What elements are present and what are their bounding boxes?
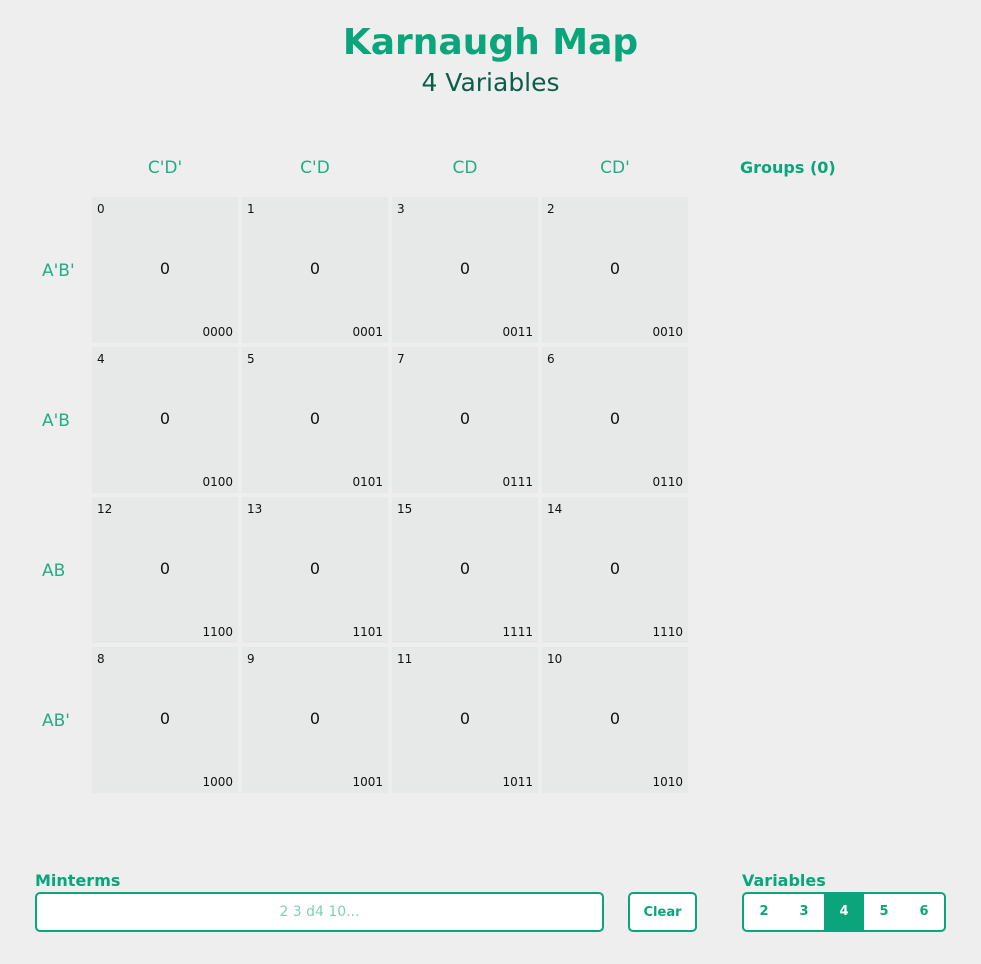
cell-index: 6 — [547, 352, 555, 366]
row-header-a-b-not: AB' — [42, 711, 70, 731]
cell-binary: 1101 — [352, 625, 383, 639]
cell-value: 0 — [459, 409, 471, 428]
cell-index: 10 — [547, 652, 563, 666]
cell-binary: 1000 — [202, 775, 233, 789]
cell-index: 4 — [97, 352, 105, 366]
cell-binary: 1100 — [202, 625, 233, 639]
cell-value: 0 — [609, 709, 621, 728]
cell-value: 0 — [159, 709, 171, 728]
kmap-cell-0[interactable]: 0 0 0000 — [92, 197, 238, 343]
kmap-cell-5[interactable]: 5 0 0101 — [242, 347, 388, 493]
variables-option-2[interactable]: 2 — [744, 894, 784, 930]
kmap-cell-1[interactable]: 1 0 0001 — [242, 197, 388, 343]
cell-binary: 0001 — [352, 325, 383, 339]
cell-value: 0 — [459, 559, 471, 578]
cell-binary: 0100 — [202, 475, 233, 489]
cell-index: 7 — [397, 352, 405, 366]
cell-value: 0 — [609, 259, 621, 278]
variables-option-6[interactable]: 6 — [904, 894, 944, 930]
kmap-cell-2[interactable]: 2 0 0010 — [542, 197, 688, 343]
cell-index: 2 — [547, 202, 555, 216]
minterms-label: Minterms — [35, 871, 121, 890]
cell-index: 15 — [397, 502, 413, 516]
variables-option-4[interactable]: 4 — [824, 894, 864, 930]
cell-binary: 0010 — [652, 325, 683, 339]
kmap-cell-14[interactable]: 14 0 1110 — [542, 497, 688, 643]
cell-binary: 1111 — [502, 625, 533, 639]
cell-binary: 1001 — [352, 775, 383, 789]
clear-button[interactable]: Clear — [628, 892, 697, 932]
row-header-a-not-b-not: A'B' — [42, 261, 75, 281]
cell-value: 0 — [309, 709, 321, 728]
cell-index: 3 — [397, 202, 405, 216]
kmap-cell-9[interactable]: 9 0 1001 — [242, 647, 388, 793]
cell-binary: 0111 — [502, 475, 533, 489]
cell-index: 8 — [97, 652, 105, 666]
cell-value: 0 — [609, 559, 621, 578]
kmap-cell-12[interactable]: 12 0 1100 — [92, 497, 238, 643]
cell-value: 0 — [609, 409, 621, 428]
kmap-cell-11[interactable]: 11 0 1011 — [392, 647, 538, 793]
kmap-cell-3[interactable]: 3 0 0011 — [392, 197, 538, 343]
cell-index: 11 — [397, 652, 413, 666]
row-header-ab: AB — [42, 561, 66, 581]
cell-index: 13 — [247, 502, 263, 516]
cell-value: 0 — [459, 709, 471, 728]
cell-binary: 1110 — [652, 625, 683, 639]
kmap-cell-6[interactable]: 6 0 0110 — [542, 347, 688, 493]
cell-binary: 0110 — [652, 475, 683, 489]
row-header-a-not-b: A'B — [42, 411, 70, 431]
cell-index: 14 — [547, 502, 563, 516]
cell-binary: 1011 — [502, 775, 533, 789]
cell-value: 0 — [159, 409, 171, 428]
column-header-c-not-d: C'D — [300, 158, 330, 178]
cell-index: 1 — [247, 202, 255, 216]
cell-value: 0 — [159, 559, 171, 578]
cell-index: 9 — [247, 652, 255, 666]
variables-selector: 2 3 4 5 6 — [742, 892, 946, 932]
cell-value: 0 — [309, 259, 321, 278]
cell-index: 0 — [97, 202, 105, 216]
cell-index: 12 — [97, 502, 113, 516]
column-header-c-d-not: CD' — [600, 158, 630, 178]
cell-binary: 0000 — [202, 325, 233, 339]
page-subtitle: 4 Variables — [421, 68, 560, 97]
cell-value: 0 — [159, 259, 171, 278]
cell-value: 0 — [459, 259, 471, 278]
cell-binary: 0011 — [502, 325, 533, 339]
variables-option-5[interactable]: 5 — [864, 894, 904, 930]
page-title: Karnaugh Map — [342, 22, 639, 63]
column-header-c-not-d-not: C'D' — [147, 158, 183, 178]
kmap-cell-10[interactable]: 10 0 1010 — [542, 647, 688, 793]
groups-heading: Groups (0) — [740, 158, 836, 177]
variables-label: Variables — [742, 871, 826, 890]
kmap-cell-4[interactable]: 4 0 0100 — [92, 347, 238, 493]
cell-binary: 1010 — [652, 775, 683, 789]
cell-binary: 0101 — [352, 475, 383, 489]
minterms-input[interactable] — [35, 892, 604, 932]
cell-index: 5 — [247, 352, 255, 366]
kmap-cell-15[interactable]: 15 0 1111 — [392, 497, 538, 643]
cell-value: 0 — [309, 409, 321, 428]
column-header-cd: CD — [452, 158, 478, 178]
kmap-cell-13[interactable]: 13 0 1101 — [242, 497, 388, 643]
variables-option-3[interactable]: 3 — [784, 894, 824, 930]
cell-value: 0 — [309, 559, 321, 578]
kmap-cell-8[interactable]: 8 0 1000 — [92, 647, 238, 793]
kmap-cell-7[interactable]: 7 0 0111 — [392, 347, 538, 493]
